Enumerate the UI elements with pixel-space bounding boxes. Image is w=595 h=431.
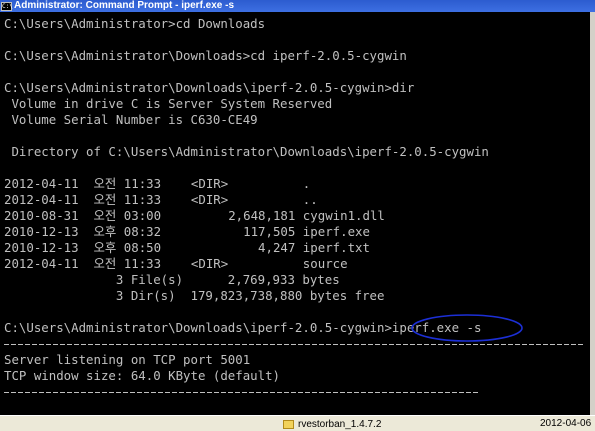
dir-entry-row: 2012-04-11 오전 11:33 <DIR> .. xyxy=(4,192,318,207)
console-line: Directory of C:\Users\Administrator\Down… xyxy=(4,144,489,159)
taskbar: rvestorban_1.4.7.2 2012-04-06 xyxy=(0,415,595,431)
console-output[interactable]: C:\Users\Administrator>cd Downloads C:\U… xyxy=(0,12,590,415)
dir-summary-dirs: 3 Dir(s) 179,823,738,880 bytes free xyxy=(4,288,385,303)
dir-entry-row: 2010-12-13 오후 08:50 4,247 iperf.txt xyxy=(4,240,370,255)
console-line: C:\Users\Administrator>cd Downloads xyxy=(4,16,266,31)
console-line: C:\Users\Administrator\Downloads\iperf-2… xyxy=(4,320,482,335)
folder-icon xyxy=(283,419,294,429)
console-line: C:\Users\Administrator\Downloads\iperf-2… xyxy=(4,80,415,95)
taskbar-date: 2012-04-06 xyxy=(540,418,592,429)
dir-entry-row: 2012-04-11 오전 11:33 <DIR> . xyxy=(4,176,311,191)
dir-summary-files: 3 File(s) 2,769,933 bytes xyxy=(4,272,340,287)
window-title: Administrator: Command Prompt - iperf.ex… xyxy=(14,0,235,11)
title-bar[interactable]: C:\ Administrator: Command Prompt - iper… xyxy=(0,0,595,12)
dir-entry-row: 2010-12-13 오후 08:32 117,505 iperf.exe xyxy=(4,224,370,239)
dir-entry-row: 2010-08-31 오전 03:00 2,648,181 cygwin1.dl… xyxy=(4,208,385,223)
console-line: Volume Serial Number is C630-CE49 xyxy=(4,112,258,127)
taskbar-item[interactable]: rvestorban_1.4.7.2 xyxy=(283,417,381,431)
console-line: Volume in drive C is Server System Reser… xyxy=(4,96,333,111)
vertical-scrollbar[interactable] xyxy=(590,12,595,415)
console-line: Server listening on TCP port 5001 xyxy=(4,352,251,367)
taskbar-item-label: rvestorban_1.4.7.2 xyxy=(298,418,382,430)
console-line: C:\Users\Administrator\Downloads>cd iper… xyxy=(4,48,407,63)
cmd-icon: C:\ xyxy=(1,1,13,11)
divider xyxy=(4,344,584,345)
divider xyxy=(4,392,480,393)
dir-entry-row: 2012-04-11 오전 11:33 <DIR> source xyxy=(4,256,348,271)
console-line: TCP window size: 64.0 KByte (default) xyxy=(4,368,281,383)
